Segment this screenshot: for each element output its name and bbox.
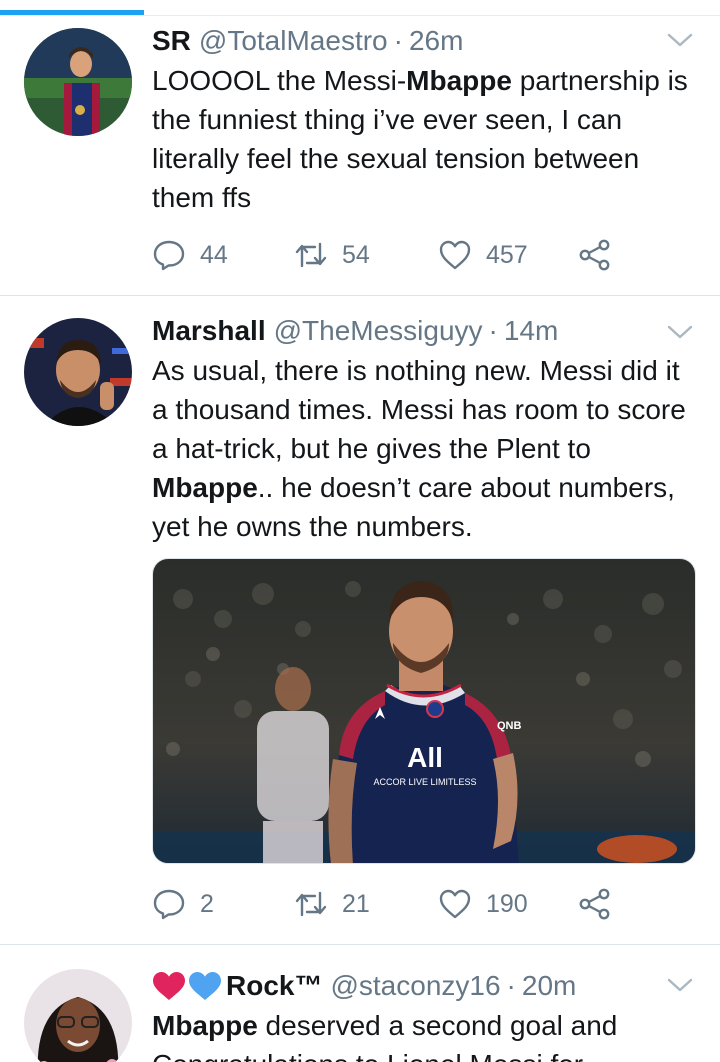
user-handle[interactable]: @TheMessiguyy [274, 315, 483, 347]
reply-icon [153, 240, 185, 271]
share-button[interactable] [578, 235, 612, 275]
heart-icon [439, 240, 471, 270]
reply-icon [153, 889, 185, 920]
blue-heart-emoji-icon [189, 972, 221, 1000]
tweet-text-part: Congratulations to Lionel Messi for [152, 1049, 583, 1062]
user-handle[interactable]: @TotalMaestro [199, 25, 388, 57]
chevron-down-icon[interactable] [666, 26, 694, 54]
display-name[interactable]: SR [152, 25, 191, 57]
red-heart-emoji-icon [153, 972, 185, 1000]
retweet-icon [295, 242, 327, 268]
retweet-button[interactable]: 21 [294, 884, 370, 924]
share-icon [579, 239, 610, 271]
tweet-actions: 2 21 190 [152, 884, 632, 924]
chevron-down-icon[interactable] [666, 971, 694, 999]
tweet-text-highlight: Mbappe [152, 472, 258, 503]
shirt-sponsor-sub: ACCOR LIVE LIMITLESS [373, 777, 476, 787]
timestamp[interactable]: 26m [409, 25, 463, 57]
tweet-header: Rock™ @staconzy16 · 20m [152, 966, 576, 1006]
display-name[interactable]: Rock™ [226, 970, 322, 1002]
reply-button[interactable]: 44 [152, 235, 228, 275]
tweet-text-part: LOOOOL the Messi- [152, 65, 407, 96]
retweet-icon [295, 891, 327, 917]
like-button[interactable]: 190 [438, 884, 528, 924]
retweet-button[interactable]: 54 [294, 235, 370, 275]
reply-count: 44 [200, 240, 228, 269]
share-button[interactable] [578, 884, 612, 924]
tweet-3[interactable]: Rock™ @staconzy16 · 20m Mbappe deserved … [0, 945, 720, 1062]
tweet-text-highlight: Mbappe [406, 65, 512, 96]
tweet-text-part: As usual, there is nothing new. Messi di… [152, 355, 686, 464]
shirt-sponsor-main: All [407, 742, 443, 773]
share-icon [579, 888, 610, 920]
avatar[interactable] [24, 969, 132, 1062]
tweet-text: As usual, there is nothing new. Messi di… [152, 351, 702, 546]
avatar[interactable] [24, 28, 132, 136]
tweet-2[interactable]: Marshall @TheMessiguyy · 14m As usual, t… [0, 296, 720, 944]
separator-dot: · [488, 315, 498, 346]
display-name[interactable]: Marshall [152, 315, 266, 347]
tweet-actions: 44 54 457 [152, 235, 632, 275]
separator-dot: · [506, 970, 516, 1001]
heart-icon [439, 889, 471, 919]
tweet-text: Mbappe deserved a second goal and Congra… [152, 1006, 702, 1062]
timestamp[interactable]: 20m [522, 970, 576, 1002]
reply-count: 2 [200, 889, 214, 918]
retweet-count: 21 [342, 889, 370, 918]
like-count: 457 [486, 240, 528, 269]
tweet-header: Marshall @TheMessiguyy · 14m [152, 311, 558, 351]
tweet-text: LOOOOL the Messi-Mbappe partnership is t… [152, 61, 702, 217]
like-count: 190 [486, 889, 528, 918]
like-button[interactable]: 457 [438, 235, 528, 275]
reply-button[interactable]: 2 [152, 884, 214, 924]
tweet-text-highlight: Mbappe [152, 1010, 258, 1041]
timestamp[interactable]: 14m [504, 315, 558, 347]
tweet-1[interactable]: SR @TotalMaestro · 26m LOOOOL the Messi-… [0, 0, 720, 295]
avatar[interactable] [24, 318, 132, 426]
tweet-text-part: deserved a second goal and [257, 1010, 618, 1041]
separator-dot: · [393, 25, 403, 56]
chevron-down-icon[interactable] [666, 318, 694, 346]
tweet-media-image[interactable]: All ACCOR LIVE LIMITLESS QNB [152, 558, 696, 864]
tweet-header: SR @TotalMaestro · 26m [152, 21, 463, 61]
retweet-count: 54 [342, 240, 370, 269]
user-handle[interactable]: @staconzy16 [330, 970, 500, 1002]
sleeve-sponsor: QNB [497, 720, 522, 732]
